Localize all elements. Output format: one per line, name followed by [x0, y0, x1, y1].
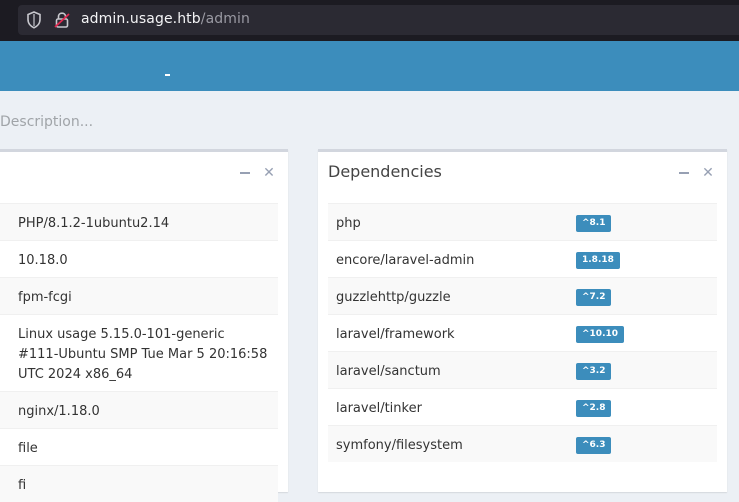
shield-icon[interactable]: [26, 11, 42, 29]
environment-box: ✕ PHP/8.1.2-1ubuntu2.14 10.18.0 fpm-fcgi…: [0, 149, 288, 502]
close-icon[interactable]: ✕: [262, 164, 276, 182]
url-text[interactable]: admin.usage.htb/admin: [81, 11, 250, 27]
table-row: fpm-fcgi: [0, 277, 278, 314]
env-value: fpm-fcgi: [18, 290, 72, 305]
dependency-name: laravel/sanctum: [336, 364, 441, 379]
env-value: 10.18.0: [18, 253, 68, 268]
url-bar[interactable]: admin.usage.htb/admin: [18, 5, 739, 35]
table-row: fi: [0, 465, 278, 502]
page-description: Description...: [0, 114, 94, 130]
dependency-name: php: [336, 216, 361, 231]
env-value: PHP/8.1.2-1ubuntu2.14: [18, 216, 170, 231]
url-path: /admin: [200, 11, 250, 27]
dependency-name: guzzlehttp/guzzle: [336, 290, 451, 305]
dependency-name: encore/laravel-admin: [336, 253, 475, 268]
table-row: laravel/tinker ^2.8: [328, 388, 717, 425]
collapse-button[interactable]: [238, 163, 252, 181]
browser-toolbar: admin.usage.htb/admin: [0, 0, 739, 41]
table-row: Linux usage 5.15.0-101-generic #111-Ubun…: [0, 314, 278, 391]
box-tools: ✕: [228, 162, 276, 182]
table-row: guzzlehttp/guzzle ^7.2: [328, 277, 717, 314]
version-badge: 1.8.18: [576, 252, 620, 269]
box-title: Dependencies: [328, 162, 442, 181]
dependency-name: laravel/tinker: [336, 401, 422, 416]
dependencies-box: Dependencies ✕ php ^8.1 encore/laravel-a…: [318, 149, 727, 492]
version-badge: ^2.8: [576, 400, 612, 417]
box-tools: ✕: [667, 162, 715, 182]
dependency-name: symfony/filesystem: [336, 438, 463, 453]
minus-icon: [679, 171, 689, 174]
environment-box-header: ✕: [0, 152, 288, 193]
env-value: Linux usage 5.15.0-101-generic #111-Ubun…: [18, 327, 268, 382]
collapse-button[interactable]: [677, 163, 691, 181]
version-badge: ^10.10: [576, 326, 625, 343]
table-row: php ^8.1: [328, 203, 717, 240]
version-badge: ^8.1: [576, 215, 612, 232]
table-row: 10.18.0: [0, 240, 278, 277]
header-separator: [165, 74, 170, 76]
env-value: fi: [18, 478, 27, 493]
table-row: laravel/framework ^10.10: [328, 314, 717, 351]
app-header: [0, 41, 739, 91]
table-row: file: [0, 428, 278, 465]
table-row: laravel/sanctum ^3.2: [328, 351, 717, 388]
env-value: file: [18, 441, 38, 456]
lock-insecure-icon[interactable]: [54, 11, 70, 29]
dependencies-box-header: Dependencies ✕: [318, 152, 727, 193]
minus-icon: [240, 171, 250, 174]
version-badge: ^3.2: [576, 363, 612, 380]
close-icon[interactable]: ✕: [701, 164, 715, 182]
version-badge: ^6.3: [576, 437, 612, 454]
env-value: nginx/1.18.0: [18, 404, 100, 419]
table-row: encore/laravel-admin 1.8.18: [328, 240, 717, 277]
table-row: PHP/8.1.2-1ubuntu2.14: [0, 203, 278, 240]
dependency-name: laravel/framework: [336, 327, 455, 342]
table-row: symfony/filesystem ^6.3: [328, 425, 717, 462]
table-row: nginx/1.18.0: [0, 391, 278, 428]
version-badge: ^7.2: [576, 289, 612, 306]
url-host: admin.usage.htb: [81, 11, 201, 27]
